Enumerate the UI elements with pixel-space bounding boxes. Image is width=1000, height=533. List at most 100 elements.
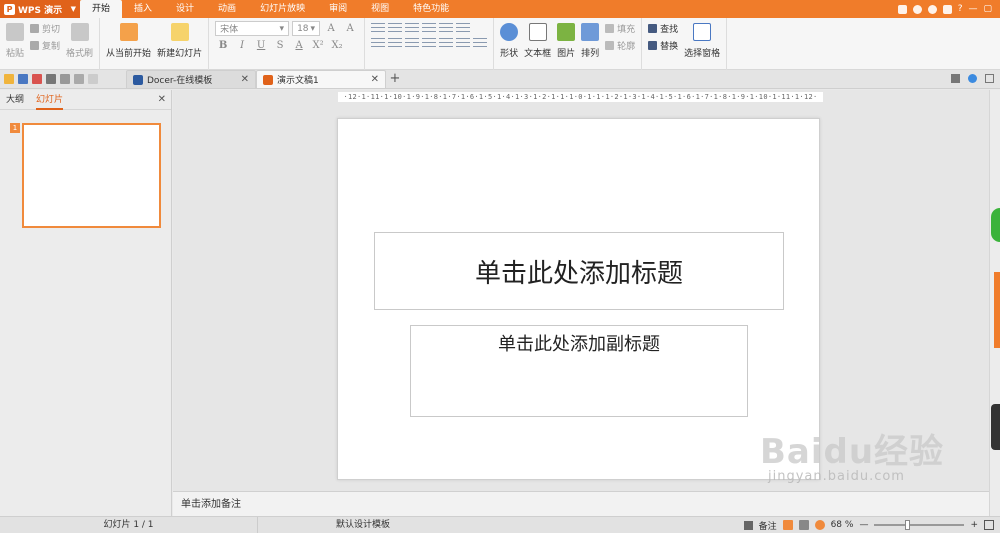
- cloud-icon[interactable]: [912, 4, 922, 14]
- tab-presentation[interactable]: 演示文稿1 ✕: [256, 70, 386, 88]
- columns-icon[interactable]: [456, 21, 471, 33]
- tab-slides[interactable]: 幻灯片: [36, 90, 64, 110]
- side-widget-orange[interactable]: [994, 272, 1000, 348]
- text-direction-icon[interactable]: [456, 36, 471, 48]
- shape-button[interactable]: 形状: [500, 21, 518, 59]
- numbering-icon[interactable]: [388, 21, 403, 33]
- grow-font-icon[interactable]: A: [323, 22, 339, 36]
- notes-toggle-label[interactable]: 备注: [759, 519, 777, 532]
- reading-view-icon[interactable]: [814, 520, 825, 530]
- zoom-in-icon[interactable]: +: [970, 520, 978, 530]
- italic-button[interactable]: I: [234, 39, 250, 53]
- slide-sorter-icon[interactable]: [798, 520, 809, 530]
- zoom-knob[interactable]: [905, 520, 911, 530]
- font-name-select[interactable]: 宋体 ▾: [215, 21, 290, 36]
- status-bar-right: 备注 68 % — +: [743, 519, 1000, 532]
- print-preview-icon[interactable]: [60, 73, 70, 84]
- text-align-icon[interactable]: [473, 36, 488, 48]
- align-right-icon[interactable]: [405, 36, 420, 48]
- notes-area[interactable]: 单击添加备注: [173, 491, 989, 516]
- subtitle-placeholder[interactable]: 单击此处添加副标题: [410, 325, 748, 417]
- title-placeholder-text: 单击此处添加标题: [474, 258, 683, 289]
- align-left-icon[interactable]: [371, 36, 386, 48]
- zoom-level[interactable]: 68 %: [831, 520, 854, 530]
- title-placeholder[interactable]: 单击此处添加标题: [374, 232, 784, 310]
- new-slide-button[interactable]: 新建幻灯片: [157, 21, 202, 59]
- save-icon[interactable]: [18, 73, 28, 84]
- paste-button[interactable]: 粘贴: [6, 21, 24, 59]
- zoom-out-icon[interactable]: —: [859, 520, 868, 530]
- line-spacing-icon[interactable]: [439, 21, 454, 33]
- align-center-icon[interactable]: [388, 36, 403, 48]
- play-from-current-button[interactable]: 从当前开始: [106, 21, 151, 59]
- new-tab-button[interactable]: +: [386, 70, 404, 88]
- copy-label: 复制: [42, 41, 61, 52]
- menu-tab-design[interactable]: 设计: [164, 0, 206, 18]
- side-widget-dark[interactable]: [991, 404, 1000, 450]
- redo-icon[interactable]: [88, 73, 98, 84]
- mail-icon[interactable]: [897, 4, 907, 14]
- bold-button[interactable]: B: [215, 39, 231, 53]
- replace-button[interactable]: 替换: [648, 38, 678, 52]
- minimize-icon[interactable]: —: [968, 4, 977, 14]
- cloud-upload-icon[interactable]: [968, 74, 977, 83]
- superscript-button[interactable]: X²: [310, 39, 326, 53]
- close-icon[interactable]: ✕: [158, 94, 166, 105]
- normal-view-icon[interactable]: [782, 520, 793, 530]
- slide-thumbnail[interactable]: [22, 123, 161, 228]
- menu-tab-review[interactable]: 审阅: [317, 0, 359, 18]
- wps-logo-icon: P: [4, 3, 15, 15]
- arrange-button[interactable]: 排列: [581, 21, 599, 59]
- menu-tab-view[interactable]: 视图: [359, 0, 401, 18]
- fill-button[interactable]: 填充: [605, 21, 635, 35]
- side-widget-green[interactable]: [991, 208, 1000, 242]
- pin-icon[interactable]: [951, 74, 960, 83]
- tab-outline[interactable]: 大纲: [6, 90, 24, 110]
- strike-button[interactable]: S: [272, 39, 288, 53]
- bullets-icon[interactable]: [371, 21, 386, 33]
- menu-tab-special[interactable]: 特色功能: [401, 0, 461, 18]
- menu-tab-animation[interactable]: 动画: [206, 0, 248, 18]
- font-name-value: 宋体: [220, 25, 239, 35]
- export-pdf-icon[interactable]: [32, 73, 42, 84]
- menu-tab-home[interactable]: 开始: [80, 0, 123, 18]
- find-button[interactable]: 查找: [648, 21, 678, 35]
- font-color-button[interactable]: A: [291, 39, 307, 53]
- picture-button[interactable]: 图片: [557, 21, 575, 59]
- restore-icon[interactable]: ▢: [983, 4, 992, 14]
- close-icon[interactable]: ✕: [241, 74, 249, 85]
- font-group: 宋体 ▾ 18 ▾ A A B I U S A X² X₂: [209, 18, 366, 70]
- undo-icon[interactable]: [74, 73, 84, 84]
- expand-icon[interactable]: [985, 74, 994, 83]
- skin-icon[interactable]: [942, 4, 952, 14]
- textbox-button[interactable]: 文本框: [524, 21, 551, 59]
- fit-window-icon[interactable]: [984, 520, 994, 530]
- outline-icon: [605, 40, 615, 50]
- font-size-select[interactable]: 18 ▾: [292, 21, 321, 36]
- justify-icon[interactable]: [422, 36, 437, 48]
- outline-button[interactable]: 轮廓: [605, 38, 635, 52]
- tab-docer[interactable]: Docer-在线模板 ✕: [126, 70, 256, 88]
- print-icon[interactable]: [46, 73, 56, 84]
- menu-tab-slideshow[interactable]: 幻灯片放映: [248, 0, 317, 18]
- zoom-slider[interactable]: [874, 520, 965, 530]
- cut-button[interactable]: 剪切: [30, 21, 60, 35]
- shrink-font-icon[interactable]: A: [342, 22, 358, 36]
- copy-button[interactable]: 复制: [30, 38, 60, 52]
- underline-button[interactable]: U: [253, 39, 269, 53]
- increase-indent-icon[interactable]: [422, 21, 437, 33]
- notes-toggle-icon[interactable]: [743, 520, 753, 530]
- slide-panel-tabs: 大纲 幻灯片 ✕: [0, 90, 171, 110]
- sync-icon[interactable]: [927, 4, 937, 14]
- app-menu-button[interactable]: P WPS 演示 ▼: [0, 0, 80, 18]
- decrease-indent-icon[interactable]: [405, 21, 420, 33]
- close-icon[interactable]: ✕: [371, 74, 379, 85]
- selection-pane-button[interactable]: 选择窗格: [684, 21, 720, 59]
- distributed-icon[interactable]: [439, 36, 454, 48]
- open-icon[interactable]: [4, 73, 14, 84]
- subscript-button[interactable]: X₂: [329, 39, 345, 53]
- menu-tab-insert[interactable]: 插入: [122, 0, 164, 18]
- format-painter-button[interactable]: 格式刷: [66, 21, 93, 59]
- help-icon[interactable]: ?: [958, 4, 963, 14]
- slide-canvas[interactable]: 单击此处添加标题 单击此处添加副标题: [337, 118, 820, 480]
